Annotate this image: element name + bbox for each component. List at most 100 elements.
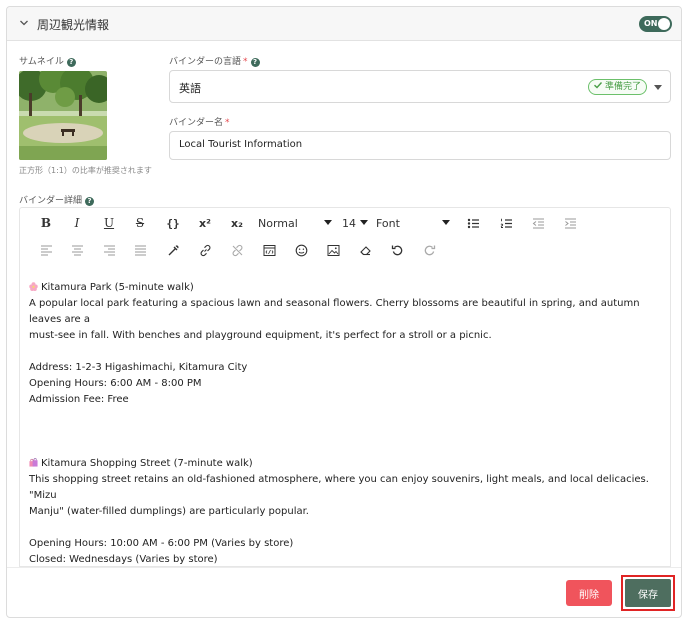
undo-button[interactable] bbox=[386, 240, 408, 260]
link-button[interactable] bbox=[194, 240, 216, 260]
section-title: 周辺観光情報 bbox=[37, 18, 110, 32]
superscript-button[interactable]: x² bbox=[194, 213, 216, 233]
park-photo bbox=[19, 71, 107, 160]
redo-icon bbox=[424, 245, 435, 255]
bold-button[interactable]: B bbox=[35, 213, 57, 233]
thumbnail-note: 正方形（1:1）の比率が推奨されます bbox=[19, 166, 152, 175]
strikethrough-button[interactable]: S bbox=[129, 213, 151, 233]
subscript-icon: x₂ bbox=[231, 216, 243, 230]
toggle-knob bbox=[658, 18, 670, 30]
editor-line bbox=[29, 440, 661, 456]
embed-icon bbox=[263, 244, 275, 256]
language-select[interactable]: 英語 準備完了 bbox=[169, 70, 671, 103]
thumbnail-image[interactable] bbox=[19, 71, 107, 160]
strikethrough-icon: S bbox=[135, 216, 145, 230]
emoji-icon bbox=[295, 244, 307, 256]
section-toggle[interactable]: ON bbox=[639, 16, 672, 32]
code-block-button[interactable]: {} bbox=[162, 213, 184, 233]
caret-down-icon bbox=[360, 220, 368, 225]
image-icon bbox=[327, 244, 339, 256]
caret-down-icon bbox=[442, 220, 450, 225]
redo-button[interactable] bbox=[418, 240, 440, 260]
editor-line: must-see in fall. With benches and playg… bbox=[29, 330, 492, 341]
eyedropper-icon bbox=[168, 244, 179, 255]
heading-select[interactable]: Normal bbox=[258, 213, 334, 233]
help-icon[interactable]: ? bbox=[66, 58, 76, 67]
editor-line: Opening Hours: 6:00 AM - 8:00 PM bbox=[29, 378, 202, 389]
outdent-icon bbox=[532, 217, 544, 229]
editor-line: A popular local park featuring a spaciou… bbox=[29, 298, 640, 325]
thumbnail-label-text: サムネイル bbox=[19, 57, 64, 67]
emoji-button[interactable] bbox=[290, 240, 312, 260]
indent-icon bbox=[564, 217, 576, 229]
font-family-select[interactable]: Font bbox=[376, 213, 452, 233]
subscript-button[interactable]: x₂ bbox=[226, 213, 248, 233]
editor-line: Opening Hours: 10:00 AM - 6:00 PM (Varie… bbox=[29, 538, 294, 549]
help-icon[interactable]: ? bbox=[85, 197, 95, 206]
save-button[interactable]: 保存 bbox=[625, 579, 671, 607]
editor-line: This shopping street retains an old-fash… bbox=[29, 474, 649, 501]
underline-button[interactable]: U bbox=[98, 213, 120, 233]
required-mark: * bbox=[225, 118, 230, 128]
align-justify-button[interactable] bbox=[129, 240, 151, 260]
align-left-icon bbox=[40, 244, 52, 256]
superscript-icon: x² bbox=[199, 216, 211, 230]
ordered-list-button[interactable] bbox=[495, 213, 517, 233]
editor-line: Address: 1-2-3 Higashimachi, Kitamura Ci… bbox=[29, 362, 248, 373]
language-label: バインダーの言語 *? bbox=[169, 54, 260, 67]
indent-button[interactable] bbox=[559, 213, 581, 233]
embed-button[interactable] bbox=[258, 240, 280, 260]
status-badge: 準備完了 bbox=[588, 79, 648, 95]
align-right-button[interactable] bbox=[98, 240, 120, 260]
italic-icon: I bbox=[74, 216, 80, 230]
align-left-button[interactable] bbox=[35, 240, 57, 260]
align-center-icon bbox=[71, 244, 83, 256]
language-label-text: バインダーの言語 bbox=[169, 57, 242, 67]
binder-name-label-text: バインダー名 bbox=[169, 118, 224, 128]
toggle-label: ON bbox=[644, 19, 658, 28]
editor-line-text: Kitamura Shopping Street (7-minute walk) bbox=[41, 458, 253, 469]
editor-line bbox=[29, 344, 661, 360]
italic-button[interactable]: I bbox=[66, 213, 88, 233]
binder-details-label: バインダー詳細? bbox=[19, 193, 95, 206]
bullet-list-button[interactable] bbox=[462, 213, 484, 233]
align-right-icon bbox=[103, 244, 115, 256]
help-icon[interactable]: ? bbox=[250, 58, 260, 67]
font-size-select[interactable]: 14 bbox=[342, 213, 370, 233]
footer-divider bbox=[7, 567, 681, 568]
undo-icon bbox=[391, 245, 402, 255]
unlink-button[interactable] bbox=[226, 240, 248, 260]
text-color-button[interactable] bbox=[162, 240, 184, 260]
heading-value: Normal bbox=[258, 216, 298, 230]
eraser-icon bbox=[359, 245, 371, 255]
editor-toolbar: B I U S {} x² x₂ Normal 14 Font bbox=[19, 207, 671, 267]
caret-down-icon bbox=[324, 220, 332, 225]
section-header[interactable]: 周辺観光情報 ON bbox=[7, 7, 681, 41]
link-icon bbox=[200, 244, 210, 256]
binder-name-input[interactable]: Local Tourist Information bbox=[169, 131, 671, 160]
editor-line bbox=[29, 424, 661, 440]
cherry-blossom-icon bbox=[29, 282, 38, 291]
binder-name-label: バインダー名 * bbox=[169, 115, 230, 128]
underline-icon: U bbox=[103, 216, 115, 230]
image-button[interactable] bbox=[322, 240, 344, 260]
chevron-down-icon[interactable] bbox=[19, 18, 29, 28]
editor-line bbox=[29, 408, 661, 424]
rich-text-editor[interactable]: Kitamura Park (5-minute walk) A popular … bbox=[19, 267, 671, 567]
shopping-bags-icon bbox=[29, 458, 38, 467]
outdent-button[interactable] bbox=[527, 213, 549, 233]
unlink-icon bbox=[232, 244, 242, 256]
editor-line: Kitamura Park (5-minute walk) bbox=[29, 280, 661, 296]
editor-line: Manju" (water-filled dumplings) are part… bbox=[29, 506, 309, 517]
align-center-button[interactable] bbox=[66, 240, 88, 260]
clear-format-button[interactable] bbox=[354, 240, 376, 260]
caret-down-icon[interactable] bbox=[654, 85, 662, 90]
check-icon bbox=[594, 82, 603, 89]
status-text: 準備完了 bbox=[605, 82, 642, 92]
bold-icon: B bbox=[40, 216, 52, 230]
thumbnail-label: サムネイル? bbox=[19, 54, 76, 67]
delete-button[interactable]: 削除 bbox=[566, 580, 612, 606]
editor-line-text: Kitamura Park (5-minute walk) bbox=[41, 282, 194, 293]
bullet-list-icon bbox=[467, 218, 479, 228]
ordered-list-icon bbox=[500, 218, 512, 228]
